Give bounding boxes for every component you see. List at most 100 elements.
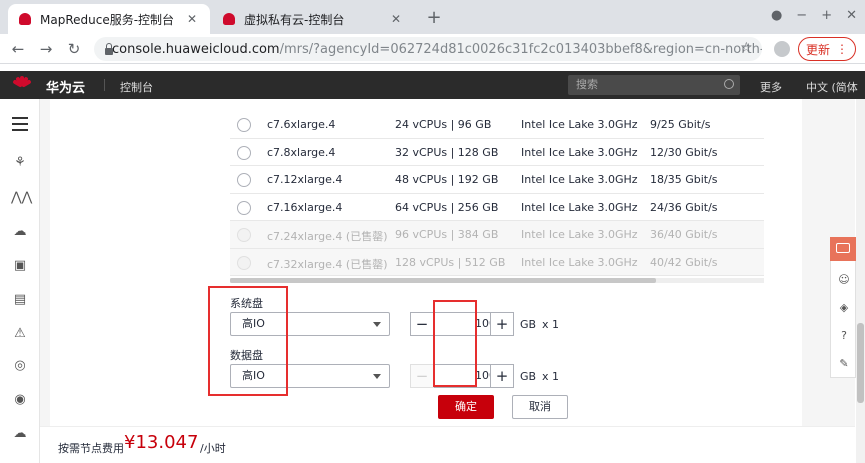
table-row[interactable]: c7.6xlarge.4 24 vCPUs | 96 GB Intel Ice …	[230, 111, 764, 139]
flavor-radio	[237, 228, 251, 242]
cluster-icon[interactable]: ⚘	[11, 154, 29, 172]
flavor-radio[interactable]	[237, 145, 251, 160]
system-disk-type-value: 高IO	[242, 317, 265, 330]
smile-feedback-icon[interactable]: ☺	[836, 272, 852, 288]
menu-icon[interactable]	[12, 117, 28, 131]
flavor-bandwidth: 12/30 Gbit/s	[650, 145, 718, 159]
tab-title: MapReduce服务-控制台	[40, 12, 175, 27]
data-disk-increment-button[interactable]: +	[490, 364, 514, 388]
console-header: 华为云 控制台 搜索 更多 中文 (简体	[0, 71, 865, 99]
flavor-bandwidth: 36/40 Gbit/s	[650, 228, 718, 241]
table-row: c7.24xlarge.4 (已售罄) 96 vCPUs | 384 GB In…	[230, 221, 764, 249]
cdn-icon[interactable]: ☁	[11, 425, 29, 443]
tab-title: 虚拟私有云-控制台	[244, 12, 345, 27]
flavor-cpu: Intel Ice Lake 3.0GHz	[521, 173, 638, 186]
globe-icon[interactable]: ◎	[11, 357, 29, 375]
minimize-icon[interactable]: −	[796, 8, 807, 23]
flavor-cpu: Intel Ice Lake 3.0GHz	[521, 118, 638, 131]
data-disk-unit: GB	[520, 370, 537, 383]
maximize-icon[interactable]: +	[821, 8, 832, 23]
profile-avatar-icon[interactable]	[774, 41, 790, 57]
more-vert-icon: ⋮	[836, 42, 848, 56]
cloud-icon[interactable]: ☁	[11, 223, 29, 241]
close-window-icon[interactable]: ✕	[846, 8, 857, 23]
table-horizontal-scrollbar[interactable]	[230, 278, 764, 283]
ecs-icon[interactable]: ▣	[11, 257, 29, 275]
browser-toolbar: ← → ↻ console.huaweicloud.com/mrs/?agenc…	[0, 34, 865, 64]
browser-tab-mapreduce[interactable]: MapReduce服务-控制台 ✕	[8, 4, 210, 34]
chat-button[interactable]	[830, 237, 856, 261]
system-disk-increment-button[interactable]: +	[490, 312, 514, 336]
main-content: c7.6xlarge.4 24 vCPUs | 96 GB Intel Ice …	[40, 99, 855, 463]
support-icon[interactable]: ◈	[836, 300, 852, 316]
reload-icon[interactable]: ↻	[64, 39, 84, 59]
table-row[interactable]: c7.16xlarge.4 64 vCPUs | 256 GB Intel Ic…	[230, 194, 764, 221]
huawei-logo-icon[interactable]	[10, 74, 34, 96]
close-icon[interactable]: ✕	[388, 11, 404, 27]
table-row[interactable]: c7.12xlarge.4 48 vCPUs | 192 GB Intel Ic…	[230, 166, 764, 194]
new-tab-icon[interactable]: +	[424, 8, 444, 28]
flavor-bandwidth: 18/35 Gbit/s	[650, 173, 718, 186]
update-button[interactable]: 更新 ⋮	[798, 37, 856, 61]
mrs-icon[interactable]: ⋀⋀	[11, 189, 32, 207]
data-disk-type-value: 高IO	[242, 369, 265, 382]
language-selector[interactable]: 中文 (简体	[806, 79, 858, 95]
page-vertical-scrollbar[interactable]	[856, 99, 865, 463]
network-icon[interactable]: ⚠	[11, 325, 29, 343]
table-row[interactable]: c7.8xlarge.4 32 vCPUs | 128 GB Intel Ice…	[230, 139, 764, 166]
header-search-input[interactable]: 搜索	[568, 75, 740, 95]
edit-note-icon[interactable]: ✎	[836, 356, 852, 372]
brand-name[interactable]: 华为云	[46, 77, 85, 96]
fee-label: 按需节点费用	[58, 442, 124, 455]
system-disk-decrement-button[interactable]: −	[410, 312, 434, 336]
fee-bar: 按需节点费用 ¥13.047 /小时	[40, 426, 855, 463]
help-icon[interactable]: ?	[836, 328, 852, 344]
ip-icon[interactable]: ◉	[11, 391, 29, 409]
fee-unit: /小时	[200, 442, 226, 455]
flavor-radio	[237, 255, 251, 270]
flavor-name: c7.16xlarge.4	[267, 200, 343, 214]
update-label: 更新	[805, 42, 830, 57]
console-link[interactable]: 控制台	[120, 79, 153, 95]
flavor-vcpu-mem: 48 vCPUs | 192 GB	[395, 173, 499, 186]
confirm-button[interactable]: 确定	[438, 395, 494, 419]
scrollbar-thumb[interactable]	[230, 278, 656, 283]
huawei-favicon-icon	[222, 12, 236, 26]
flavor-vcpu-mem: 128 vCPUs | 512 GB	[395, 255, 506, 269]
back-icon[interactable]: ←	[8, 39, 28, 59]
address-bar[interactable]: console.huaweicloud.com/mrs/?agencyId=06…	[94, 37, 762, 61]
system-disk-type-select[interactable]: 高IO	[230, 312, 390, 336]
flavor-vcpu-mem: 64 vCPUs | 256 GB	[395, 200, 499, 214]
chat-icon	[836, 243, 850, 253]
search-icon[interactable]	[724, 79, 734, 89]
bookmark-star-icon[interactable]: ☆	[740, 40, 753, 56]
flavor-radio[interactable]	[237, 200, 251, 215]
flavor-bandwidth: 24/36 Gbit/s	[650, 200, 718, 214]
forward-icon[interactable]: →	[36, 39, 56, 59]
flavor-bandwidth: 40/42 Gbit/s	[650, 255, 718, 269]
more-menu[interactable]: 更多	[760, 79, 782, 95]
table-row: c7.32xlarge.4 (已售罄) 128 vCPUs | 512 GB I…	[230, 248, 764, 276]
cancel-button[interactable]: 取消	[512, 395, 568, 419]
storage-icon[interactable]: ▤	[11, 291, 29, 309]
data-disk-label: 数据盘	[230, 349, 263, 362]
close-icon[interactable]: ✕	[184, 11, 200, 27]
browser-tab-vpc[interactable]: 虚拟私有云-控制台 ✕	[212, 4, 414, 34]
flavor-name: c7.32xlarge.4 (已售罄)	[267, 257, 388, 271]
flavor-name: c7.6xlarge.4	[267, 118, 336, 131]
node-config-panel: c7.6xlarge.4 24 vCPUs | 96 GB Intel Ice …	[50, 99, 802, 429]
flavor-name: c7.8xlarge.4	[267, 145, 336, 159]
flavor-cpu: Intel Ice Lake 3.0GHz	[521, 200, 638, 214]
flavor-bandwidth: 9/25 Gbit/s	[650, 118, 711, 131]
media-control-icon[interactable]: ●	[771, 8, 782, 23]
data-disk-type-select[interactable]: 高IO	[230, 364, 390, 388]
huawei-favicon-icon	[18, 12, 32, 26]
flavor-radio[interactable]	[237, 118, 251, 132]
chevron-down-icon	[373, 374, 381, 379]
header-divider	[104, 79, 105, 91]
flavor-vcpu-mem: 32 vCPUs | 128 GB	[395, 145, 499, 159]
scrollbar-thumb[interactable]	[857, 323, 864, 403]
data-disk-decrement-button[interactable]: −	[410, 364, 434, 388]
flavor-radio[interactable]	[237, 173, 251, 187]
chevron-down-icon	[373, 322, 381, 327]
